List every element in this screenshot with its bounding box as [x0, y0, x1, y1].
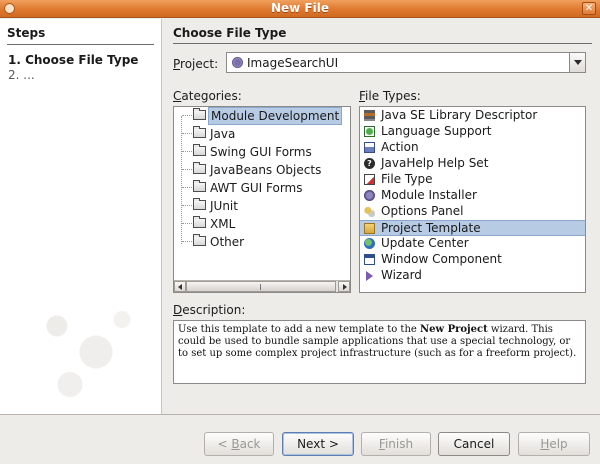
window-component-icon [364, 254, 375, 265]
folder-icon [193, 198, 206, 210]
folder-icon [193, 162, 206, 174]
wizard-decoration-image [18, 287, 148, 414]
folder-icon [193, 126, 206, 138]
folder-icon [193, 108, 206, 120]
folder-icon [193, 144, 206, 156]
file-type-project-template[interactable]: Project Template [360, 220, 585, 236]
categories-horizontal-scrollbar[interactable] [174, 280, 350, 292]
file-type-module-installer[interactable]: Module Installer [360, 188, 585, 204]
file-type-icon [364, 174, 375, 185]
library-icon [364, 110, 375, 121]
title-bar[interactable]: New File ✕ [0, 0, 600, 18]
back-button[interactable]: < Back [204, 432, 274, 456]
step-next: 2. ... [8, 68, 35, 82]
folder-icon [193, 216, 206, 228]
file-type-action[interactable]: Action [360, 140, 585, 156]
next-button[interactable]: Next > [282, 432, 354, 456]
file-type-file-type[interactable]: File Type [360, 172, 585, 188]
scroll-right-icon[interactable] [338, 281, 350, 292]
category-module-development[interactable]: Module Development [174, 107, 350, 125]
wizard-icon [366, 271, 373, 281]
step-choose-file-type: 1. Choose File Type [8, 53, 139, 67]
title-divider [173, 43, 592, 44]
description-text: Use this template to add a new template … [173, 320, 586, 384]
options-panel-icon [364, 206, 375, 217]
file-type-javahelp-help-set[interactable]: ? JavaHelp Help Set [360, 156, 585, 172]
category-awt-gui-forms[interactable]: AWT GUI Forms [174, 179, 350, 197]
file-type-language-support[interactable]: Language Support [360, 124, 585, 140]
window-title: New File [270, 1, 329, 15]
page-title: Choose File Type [173, 26, 287, 40]
language-support-icon [364, 126, 375, 137]
category-swing-gui-forms[interactable]: Swing GUI Forms [174, 143, 350, 161]
file-type-window-component[interactable]: Window Component [360, 252, 585, 268]
help-icon: ? [364, 158, 375, 169]
category-junit[interactable]: JUnit [174, 197, 350, 215]
chevron-down-icon[interactable] [569, 53, 585, 72]
cancel-button[interactable]: Cancel [438, 432, 510, 456]
project-label: Project: [173, 57, 219, 71]
category-java[interactable]: Java [174, 125, 350, 143]
folder-icon [193, 180, 206, 192]
categories-tree[interactable]: Module Development Java Swing GUI Forms … [173, 106, 351, 293]
scroll-left-icon[interactable] [174, 281, 186, 292]
category-other[interactable]: Other [174, 233, 350, 251]
file-type-java-se-library-descriptor[interactable]: Java SE Library Descriptor [360, 108, 585, 124]
categories-label: Categories: [173, 89, 242, 103]
new-file-dialog: New File ✕ Steps 1. Choose File Type 2. … [0, 0, 600, 464]
finish-button[interactable]: Finish [361, 432, 431, 456]
module-project-icon [232, 57, 243, 68]
action-icon [364, 142, 375, 153]
file-type-options-panel[interactable]: Options Panel [360, 204, 585, 220]
file-type-update-center[interactable]: Update Center [360, 236, 585, 252]
update-center-icon [364, 238, 375, 249]
description-label: Description: [173, 303, 246, 317]
folder-icon [193, 234, 206, 246]
file-type-wizard[interactable]: Wizard [360, 268, 585, 284]
main-panel: Choose File Type Project: ImageSearchUI … [163, 19, 600, 414]
steps-panel: Steps 1. Choose File Type 2. ... [0, 19, 162, 414]
steps-list: 1. Choose File Type 2. ... [8, 53, 138, 83]
project-template-icon [364, 223, 375, 234]
footer-divider [0, 414, 600, 415]
close-button[interactable]: ✕ [582, 2, 596, 15]
category-xml[interactable]: XML [174, 215, 350, 233]
help-button[interactable]: Help [518, 432, 590, 456]
scrollbar-thumb[interactable] [186, 281, 336, 292]
file-types-label: File Types: [359, 89, 421, 103]
steps-divider [7, 44, 154, 45]
category-javabeans-objects[interactable]: JavaBeans Objects [174, 161, 350, 179]
steps-heading: Steps [7, 26, 46, 40]
project-select[interactable]: ImageSearchUI [226, 52, 586, 73]
file-types-list[interactable]: Java SE Library Descriptor Language Supp… [359, 106, 586, 293]
project-select-value: ImageSearchUI [247, 56, 339, 70]
module-installer-icon [364, 190, 375, 201]
